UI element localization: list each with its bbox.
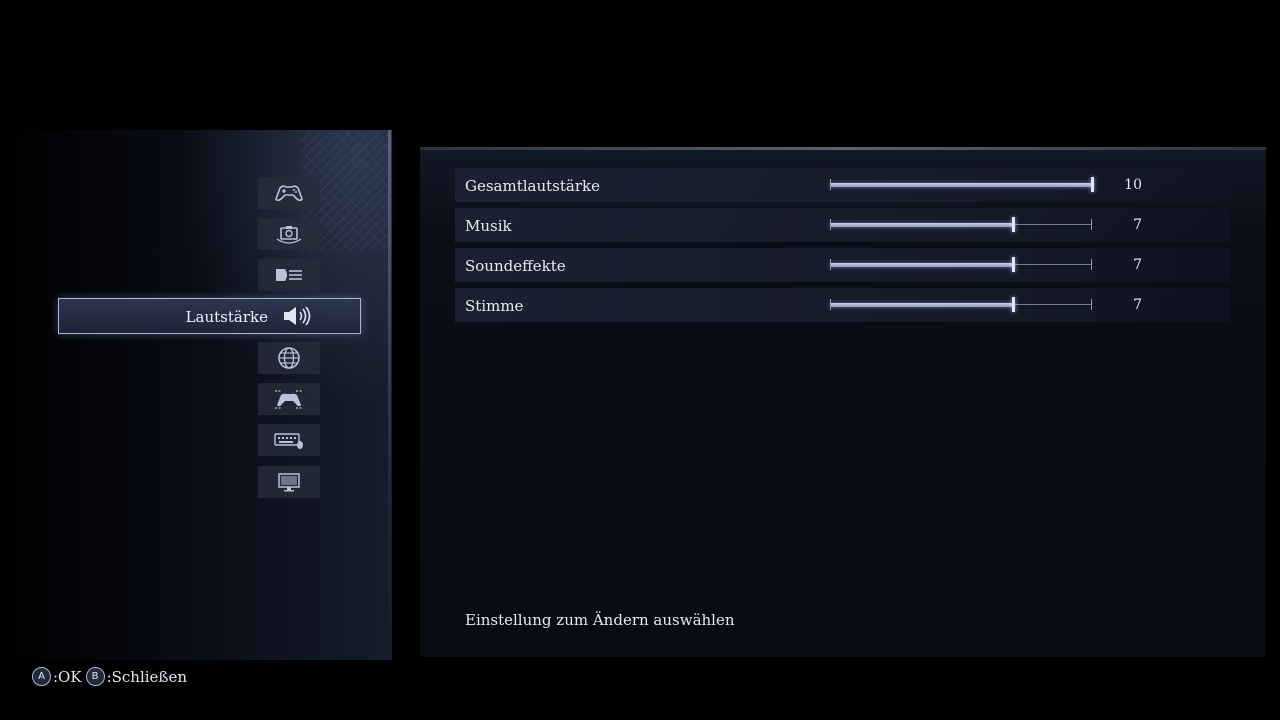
speaker-icon	[282, 305, 314, 331]
controller-mapping-icon	[275, 390, 303, 409]
monitor-icon	[278, 473, 300, 492]
slider-fill	[830, 183, 1092, 187]
slider-max-cap	[1091, 299, 1092, 310]
setting-value: 10	[1124, 177, 1142, 193]
setting-name: Gesamtlautstärke	[465, 177, 600, 195]
slider-knob[interactable]	[1012, 297, 1016, 312]
volume-slider[interactable]	[830, 297, 1092, 312]
setting-row-sound-effects[interactable]: Soundeffekte 7	[455, 248, 1230, 282]
setting-value: 7	[1133, 217, 1142, 233]
setting-value: 7	[1133, 297, 1142, 313]
category-camera[interactable]	[258, 218, 320, 250]
slider-fill	[830, 303, 1014, 307]
volume-slider[interactable]	[830, 217, 1092, 232]
slider-fill	[830, 223, 1014, 227]
sidebar-divider	[388, 130, 391, 660]
b-button-icon[interactable]: B	[85, 667, 105, 686]
slider-knob[interactable]	[1012, 257, 1016, 272]
setting-row-music[interactable]: Musik 7	[455, 208, 1230, 242]
category-keyboard[interactable]	[258, 424, 320, 456]
setting-name: Musik	[465, 217, 512, 235]
category-controls[interactable]	[258, 177, 320, 209]
slider-max-cap	[1091, 259, 1092, 270]
slider-knob[interactable]	[1012, 217, 1016, 232]
slider-min-cap	[830, 179, 831, 190]
panel-top-border	[420, 147, 1266, 150]
a-button-icon[interactable]: A	[32, 667, 51, 686]
volume-slider[interactable]	[830, 257, 1092, 272]
camera-icon	[276, 226, 302, 244]
slider-min-cap	[830, 299, 831, 310]
setting-name: Stimme	[465, 297, 524, 315]
ok-label: :OK	[53, 667, 82, 686]
button-prompts: A :OK B :Schließen	[32, 667, 191, 686]
slider-max-cap	[1091, 219, 1092, 230]
setting-row-voice[interactable]: Stimme 7	[455, 288, 1230, 322]
setting-name: Soundeffekte	[465, 257, 566, 275]
category-display[interactable]	[258, 259, 320, 291]
globe-icon	[278, 347, 300, 369]
keyboard-mouse-icon	[274, 433, 303, 449]
setting-value: 7	[1133, 257, 1142, 273]
display-text-icon	[276, 269, 302, 281]
slider-fill	[830, 263, 1014, 267]
category-label: Lautstärke	[185, 308, 268, 326]
category-controller-mapping[interactable]	[258, 383, 320, 415]
slider-knob[interactable]	[1091, 177, 1094, 192]
controller-icon	[275, 185, 303, 202]
help-hint: Einstellung zum Ändern auswählen	[465, 611, 735, 629]
close-label: :Schließen	[106, 667, 187, 686]
category-language[interactable]	[258, 342, 320, 374]
slider-min-cap	[830, 259, 831, 270]
volume-slider[interactable]	[830, 177, 1094, 192]
setting-row-master-volume[interactable]: Gesamtlautstärke 10	[455, 168, 1230, 202]
slider-min-cap	[830, 219, 831, 230]
category-volume-selected[interactable]: Lautstärke	[58, 298, 361, 334]
category-screen[interactable]	[258, 466, 320, 498]
